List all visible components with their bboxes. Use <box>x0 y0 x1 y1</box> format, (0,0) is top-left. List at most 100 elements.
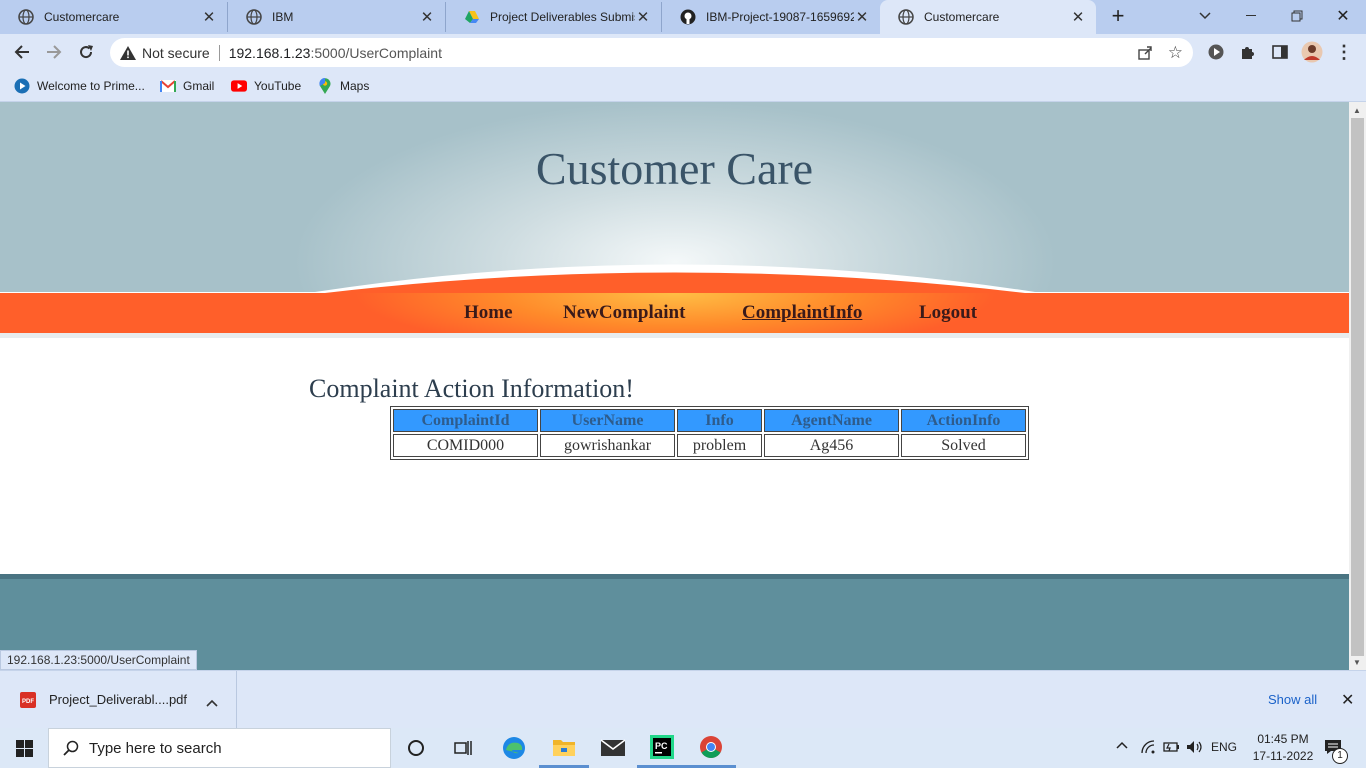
svg-text:PDF: PDF <box>22 699 34 705</box>
pdf-file-icon: PDF <box>20 692 36 713</box>
site-title: Customer Care <box>535 143 814 194</box>
scroll-thumb[interactable] <box>1351 118 1364 656</box>
globe-icon <box>898 9 914 25</box>
share-icon[interactable] <box>1137 44 1153 63</box>
table-row: COMID000 gowrishankar problem Ag456 Solv… <box>393 434 1026 457</box>
tab-project-deliverables[interactable]: Project Deliverables Submissi ✕ <box>446 2 662 32</box>
bookmark-gmail[interactable]: Gmail <box>160 77 214 95</box>
tab-title: Project Deliverables Submissi <box>490 10 635 24</box>
close-icon[interactable]: ✕ <box>854 8 870 26</box>
restore-button[interactable] <box>1274 0 1320 32</box>
file-explorer-icon[interactable] <box>539 728 589 768</box>
show-hidden-icons-chevron[interactable] <box>1116 738 1128 752</box>
gmail-icon <box>160 78 176 94</box>
download-item[interactable]: PDF Project_Deliverabl....pdf <box>0 671 237 729</box>
url-path: :5000/UserComplaint <box>310 44 442 61</box>
bookmarks-bar: Welcome to Prime... Gmail YouTube Maps <box>0 70 1366 102</box>
address-bar[interactable]: Not secure 192.168.1.23:5000/UserComplai… <box>110 38 1193 67</box>
nav-logout[interactable]: Logout <box>919 302 977 324</box>
menu-kebab-icon[interactable]: ⋮ <box>1332 40 1356 64</box>
main-nav: Home NewComplaint ComplaintInfo Logout <box>0 293 1349 333</box>
youtube-icon <box>231 78 247 94</box>
link-status-bubble: 192.168.1.23:5000/UserComplaint <box>0 650 197 670</box>
column-header: ComplaintId <box>393 409 538 432</box>
pycharm-icon[interactable]: PC <box>637 728 687 768</box>
edge-browser-icon[interactable] <box>489 728 539 768</box>
close-icon[interactable]: ✕ <box>635 8 651 26</box>
svg-text:PC: PC <box>655 741 668 751</box>
nav-complaint-info[interactable]: ComplaintInfo <box>742 302 862 324</box>
clock[interactable]: 01:45 PM 17-11-2022 <box>1250 731 1316 765</box>
cortana-icon[interactable] <box>391 728 441 768</box>
forward-button[interactable] <box>42 40 66 64</box>
table-header-row: ComplaintId UserName Info AgentName Acti… <box>393 409 1026 432</box>
tab-title: Customercare <box>924 10 1000 24</box>
wifi-icon[interactable] <box>1141 740 1157 757</box>
taskbar-search-box[interactable]: Type here to search <box>48 728 391 768</box>
nav-shadow <box>0 333 1349 338</box>
side-panel-icon[interactable] <box>1268 40 1292 64</box>
mail-icon[interactable] <box>588 728 638 768</box>
new-tab-button[interactable]: + <box>1096 0 1140 32</box>
bookmark-maps[interactable]: Maps <box>317 77 369 95</box>
task-view-icon[interactable] <box>439 728 489 768</box>
table-cell: COMID000 <box>393 434 538 457</box>
scroll-up-arrow-icon[interactable]: ▲ <box>1353 106 1361 115</box>
close-download-bar-icon[interactable]: ✕ <box>1341 690 1354 710</box>
profile-avatar[interactable] <box>1300 40 1324 64</box>
scroll-down-arrow-icon[interactable]: ▼ <box>1353 658 1361 667</box>
web-page: Customer Care Home NewComplaint Complain… <box>0 102 1349 670</box>
divider <box>218 44 220 61</box>
volume-icon[interactable] <box>1186 740 1204 757</box>
puzzle-extensions-icon[interactable] <box>1236 40 1260 64</box>
content-title: Complaint Action Information! <box>309 374 634 403</box>
security-label[interactable]: Not secure <box>142 45 210 61</box>
bookmark-label: YouTube <box>254 79 302 93</box>
warning-icon[interactable] <box>120 45 136 60</box>
tab-title: IBM-Project-19087-1659692 <box>706 10 854 24</box>
notification-badge: 1 <box>1332 748 1348 764</box>
google-drive-icon <box>464 9 480 25</box>
windows-start-icon[interactable] <box>0 728 48 768</box>
vertical-scrollbar[interactable]: ▲ ▼ <box>1349 102 1366 670</box>
language-indicator[interactable]: ENG <box>1211 740 1237 754</box>
show-all-button[interactable]: Show all <box>1268 692 1317 707</box>
battery-icon[interactable] <box>1163 740 1181 757</box>
extension-icon[interactable] <box>1204 40 1228 64</box>
nav-new-complaint[interactable]: NewComplaint <box>563 302 685 324</box>
tab-customercare-active[interactable]: Customercare ✕ <box>880 0 1096 34</box>
tab-github-project[interactable]: IBM-Project-19087-1659692 ✕ <box>662 2 880 32</box>
window-close-button[interactable]: ✕ <box>1320 0 1366 32</box>
tab-customercare-1[interactable]: Customercare ✕ <box>0 2 228 32</box>
table-cell: Solved <box>901 434 1026 457</box>
maps-pin-icon <box>317 78 333 94</box>
column-header: AgentName <box>764 409 899 432</box>
bookmark-youtube[interactable]: YouTube <box>231 77 301 95</box>
bookmark-label: Maps <box>340 79 370 93</box>
close-icon[interactable]: ✕ <box>1070 8 1086 26</box>
tab-ibm[interactable]: IBM ✕ <box>228 2 446 32</box>
globe-icon <box>246 9 262 25</box>
column-header: Info <box>677 409 762 432</box>
url-host: 192.168.1.23 <box>228 44 311 61</box>
prime-video-icon <box>14 78 30 94</box>
nav-home[interactable]: Home <box>464 302 513 324</box>
globe-icon <box>18 9 34 25</box>
back-button[interactable] <box>10 40 34 64</box>
tab-title: IBM <box>272 10 294 24</box>
bookmark-prime[interactable]: Welcome to Prime... <box>14 77 145 95</box>
column-header: ActionInfo <box>901 409 1026 432</box>
close-icon[interactable]: ✕ <box>419 8 435 26</box>
chrome-icon[interactable] <box>686 728 736 768</box>
browser-toolbar: Not secure 192.168.1.23:5000/UserComplai… <box>0 34 1366 70</box>
minimize-button[interactable] <box>1228 0 1274 32</box>
table-cell: Ag456 <box>764 434 899 457</box>
tab-search-chevron-icon[interactable] <box>1182 0 1228 32</box>
bookmark-star-icon[interactable]: ☆ <box>1168 43 1183 63</box>
bookmark-label: Welcome to Prime... <box>37 79 145 93</box>
close-icon[interactable]: ✕ <box>201 8 217 26</box>
tab-title: Customercare <box>44 10 120 24</box>
reload-button[interactable] <box>74 40 98 64</box>
search-icon <box>63 740 79 756</box>
chevron-up-icon[interactable] <box>206 694 218 712</box>
